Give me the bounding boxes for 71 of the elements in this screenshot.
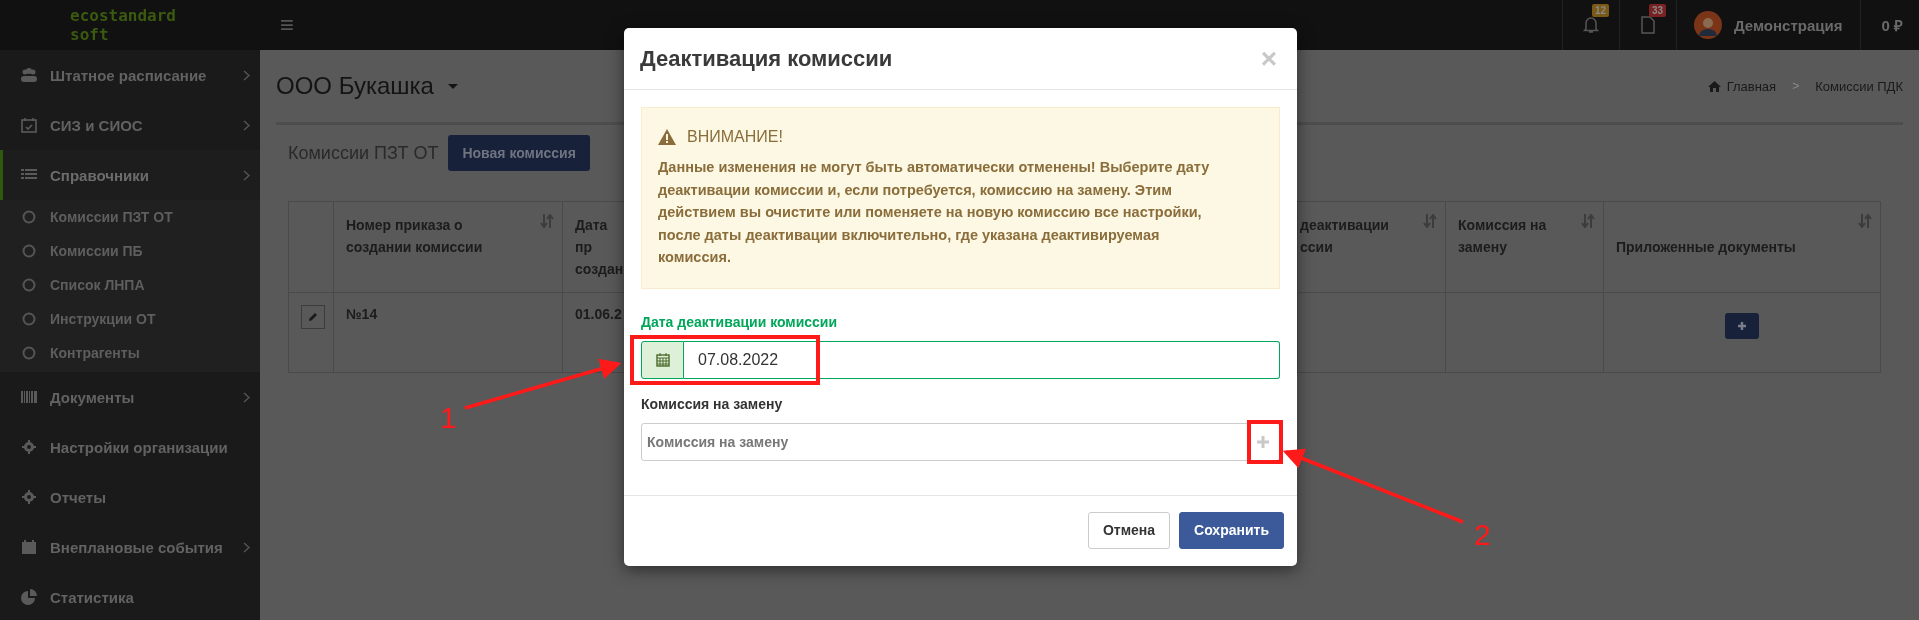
circle-icon: [22, 346, 36, 360]
sidebar-item[interactable]: Настройки организации: [0, 422, 260, 472]
annotation-number: 2: [1474, 518, 1491, 551]
circle-icon: [22, 210, 36, 224]
sort-icon[interactable]: [1581, 214, 1595, 228]
cancel-button[interactable]: Отмена: [1087, 511, 1171, 549]
count-badge: 12: [1591, 4, 1610, 17]
pencil-icon: [308, 312, 318, 322]
menu-item-icon: [20, 117, 38, 133]
sidebar-item[interactable]: Отчеты: [0, 472, 260, 522]
menu-item-icon: [20, 539, 38, 555]
calendar-icon: [655, 352, 670, 367]
home-icon: [1707, 80, 1721, 92]
menu-item-icon: [20, 389, 38, 405]
sort-icon[interactable]: [540, 214, 554, 228]
edit-button[interactable]: [301, 305, 325, 329]
column-header: Комиссия на замену: [1458, 216, 1547, 257]
submenu-item[interactable]: Комиссии ПБ: [0, 234, 260, 268]
sidebar-item[interactable]: СИЗ и СИОС: [0, 100, 260, 150]
submenu-item[interactable]: Комиссии ПЗТ ОТ: [0, 200, 260, 234]
bell-icon[interactable]: [1582, 16, 1599, 34]
table-cell: 01.06.2: [575, 306, 622, 322]
sidebar-item[interactable]: Внеплановые события: [0, 522, 260, 572]
menu-item-icon: [20, 489, 38, 505]
circle-icon: [22, 278, 36, 292]
breadcrumb-item: Комиссии ПДК: [1815, 78, 1903, 94]
sidebar-item[interactable]: Документы: [0, 372, 260, 422]
plus-icon[interactable]: [1256, 434, 1270, 449]
table-cell: №14: [346, 306, 378, 322]
column-header: Приложенные документы: [1616, 238, 1796, 257]
plus-icon: [1737, 321, 1747, 331]
column-header: Дата пр создан: [575, 216, 624, 279]
date-picker-addon[interactable]: [641, 340, 684, 379]
submenu-item[interactable]: Контрагенты: [0, 336, 260, 370]
field-label: Комиссия на замену: [641, 395, 784, 412]
balance-text: 0 ₽: [1880, 16, 1904, 35]
submenu-item[interactable]: Инструкции ОТ: [0, 302, 260, 336]
add-document-button[interactable]: [1725, 313, 1759, 339]
menu-item-icon: [20, 439, 38, 455]
alert-text: Данные изменения не могут быть автоматически отменены! Выберите дату деактивации комиссии и, если потребуется, комиссию на замену. Этим действием вы очистите или поменяете на новую комиссию все настройки, после даты деактивации включительно, где указана деактивируемая комиссия.: [658, 158, 1211, 268]
sort-icon[interactable]: [1858, 214, 1872, 228]
count-badge: 33: [1648, 4, 1667, 17]
warning-icon: [658, 129, 676, 145]
modal-title: Деактивация комиссии: [640, 45, 894, 72]
menu-icon[interactable]: ≡: [280, 11, 294, 39]
avatar-icon: [1693, 11, 1722, 39]
sort-icon[interactable]: [1423, 214, 1437, 228]
user-name[interactable]: Демонстрация: [1733, 16, 1843, 34]
company-selector[interactable]: ООО Букашка: [276, 72, 458, 100]
breadcrumb-separator: >: [1792, 79, 1800, 93]
breadcrumb-item[interactable]: Главная: [1726, 78, 1777, 94]
save-button[interactable]: Сохранить: [1179, 511, 1284, 549]
submenu-item[interactable]: Список ЛНПА: [0, 268, 260, 302]
alert-title: ВНИМАНИЕ!: [687, 128, 783, 146]
new-commission-button[interactable]: Новая комиссия: [448, 135, 590, 171]
menu-item-icon: [20, 67, 38, 83]
circle-icon: [22, 312, 36, 326]
column-header: Номер приказа о создании комиссии: [346, 216, 483, 257]
replacement-commission-field[interactable]: Комиссия на замену: [641, 422, 1280, 461]
menu-item-icon: [20, 589, 38, 605]
sidebar-item[interactable]: Статистика: [0, 572, 260, 620]
sidebar-item[interactable]: Штатное расписание: [0, 50, 260, 100]
annotation-number: 1: [440, 401, 457, 434]
document-icon[interactable]: [1640, 16, 1655, 34]
date-field[interactable]: 07.08.2022: [684, 340, 1280, 379]
circle-icon: [22, 244, 36, 258]
close-button[interactable]: ×: [1260, 44, 1277, 73]
logo-text: ecostandard soft: [69, 6, 177, 44]
field-label: Дата деактивации комиссии: [641, 313, 839, 330]
highlight-frame: [1247, 419, 1283, 464]
column-header: деактивации ссии: [1300, 216, 1389, 257]
